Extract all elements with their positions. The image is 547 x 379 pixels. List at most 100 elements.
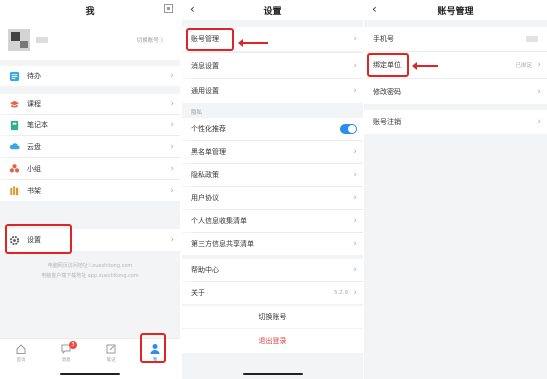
menu-label: 笔记本 — [27, 121, 48, 129]
chevron-right-icon: › — [353, 265, 357, 275]
account-item-change-password[interactable]: 修改密码 › — [364, 79, 547, 104]
switch-account-button[interactable]: 切换账号 — [182, 306, 363, 328]
user-name-blurred — [36, 37, 48, 43]
todo-icon — [9, 71, 20, 82]
logout-label: 退出登录 — [258, 337, 287, 345]
tab-note[interactable]: 笔记 — [99, 343, 123, 363]
home-indicator — [60, 373, 120, 375]
account-management-screen: ‹ 账号管理 手机号 绑定单位 已绑定 › 修改密码 › 账号注销 › — [364, 0, 547, 379]
chevron-right-icon: › — [353, 86, 357, 96]
web-address-text: 电脑网页访问地址 i.xueshitong.com — [47, 263, 133, 269]
tab-message[interactable]: 3 消息 — [54, 341, 78, 363]
bookshelf-icon — [9, 185, 20, 196]
menu-item-todo[interactable]: 待办 › — [0, 66, 180, 86]
switch-account-label: 切换账号 — [258, 313, 287, 321]
settings-label: 关于 — [191, 289, 205, 297]
course-icon — [9, 99, 20, 110]
menu-item-cloud[interactable]: 云盘 › — [0, 136, 180, 157]
switch-account-link[interactable]: 切换账号 〉 — [137, 36, 166, 44]
chevron-right-icon: › — [170, 141, 174, 152]
tab-label: 笔记 — [106, 358, 116, 363]
chevron-right-icon: › — [170, 185, 174, 196]
settings-item-blacklist[interactable]: 黑名单管理 › — [182, 141, 363, 163]
chevron-right-icon: › — [170, 235, 174, 245]
tab-label: 首页 — [16, 358, 26, 363]
tab-label: 消息 — [61, 358, 71, 363]
settings-label: 通用设置 — [191, 87, 219, 95]
back-arrow-icon[interactable]: ‹ — [190, 2, 195, 16]
menu-item-group[interactable]: 小组 › — [0, 158, 180, 179]
settings-label: 第三方信息共享清单 — [191, 240, 254, 248]
account-header: ‹ 账号管理 — [364, 0, 547, 20]
menu-item-course[interactable]: 课程 › — [0, 94, 180, 114]
privacy-section-header: 隐私 — [191, 110, 203, 116]
settings-item-general[interactable]: 通用设置 › — [182, 79, 363, 103]
menu-item-bookshelf[interactable]: 书架 › — [0, 180, 180, 201]
page-title: 我 — [85, 6, 95, 17]
account-label: 修改密码 — [373, 87, 401, 96]
settings-item-message[interactable]: 消息设置 › — [182, 53, 363, 78]
settings-label: 黑名单管理 — [191, 148, 226, 156]
me-header: 我 — [0, 0, 180, 20]
settings-item-personalized: 个性化推荐 — [182, 118, 363, 140]
account-item-phone[interactable]: 手机号 — [364, 27, 547, 51]
avatar[interactable] — [8, 29, 30, 51]
chevron-right-icon: › — [170, 71, 174, 81]
settings-label: 隐私政策 — [191, 171, 219, 179]
bottom-tab-bar: 首页 3 消息 笔记 我 — [0, 333, 180, 379]
tab-home[interactable]: 首页 — [9, 343, 33, 363]
back-arrow-icon[interactable]: ‹ — [372, 2, 377, 16]
message-badge: 3 — [69, 341, 77, 349]
bind-status-text: 已绑定 — [515, 63, 532, 69]
settings-item-privacy-policy[interactable]: 隐私政策 › — [182, 164, 363, 186]
settings-label: 用户协议 — [191, 194, 219, 202]
home-indicator — [242, 373, 303, 375]
chevron-right-icon: › — [170, 120, 174, 130]
settings-item-third-party-list[interactable]: 第三方信息共享清单 › — [182, 233, 363, 255]
profile-card[interactable]: 切换账号 〉 — [0, 20, 180, 60]
chevron-right-icon: › — [353, 216, 357, 226]
menu-label: 云盘 — [27, 142, 41, 151]
version-text: 5.2.9 — [334, 290, 348, 296]
settings-label: 消息设置 — [191, 61, 219, 70]
menu-label: 书架 — [27, 186, 41, 195]
menu-label: 课程 — [27, 100, 41, 108]
account-label: 手机号 — [373, 35, 394, 43]
settings-screen: ‹ 设置 账号管理 › 消息设置 › 通用设置 › 隐私 个性化推荐 黑名单管理… — [182, 0, 363, 379]
settings-item-about[interactable]: 关于 5.2.9 › — [182, 282, 363, 304]
highlight-box-bind-unit — [367, 53, 409, 77]
settings-item-user-agreement[interactable]: 用户协议 › — [182, 187, 363, 209]
account-item-deactivate[interactable]: 账号注销 › — [364, 110, 547, 134]
chevron-right-icon: › — [353, 239, 357, 249]
chevron-right-icon: › — [353, 288, 357, 298]
settings-label: 个人信息收集清单 — [191, 217, 247, 225]
settings-item-help[interactable]: 帮助中心 › — [182, 259, 363, 281]
arrow-annotation — [238, 39, 268, 47]
chevron-right-icon: › — [353, 60, 357, 71]
chevron-right-icon: › — [170, 99, 174, 109]
chevron-right-icon: › — [537, 60, 541, 70]
group-icon — [9, 163, 20, 174]
logout-button[interactable]: 退出登录 — [182, 329, 363, 353]
scan-icon[interactable] — [164, 4, 173, 13]
account-label: 账号注销 — [373, 118, 401, 126]
settings-label: 帮助中心 — [191, 266, 219, 274]
personalized-toggle[interactable] — [340, 124, 357, 134]
note-icon — [106, 344, 116, 354]
settings-header: ‹ 设置 — [182, 0, 363, 20]
menu-item-notebook[interactable]: 笔记本 › — [0, 115, 180, 135]
chevron-right-icon: › — [353, 147, 357, 157]
menu-label: 小组 — [27, 164, 41, 173]
chevron-right-icon: › — [353, 193, 357, 203]
chevron-right-icon: › — [170, 163, 174, 174]
menu-label: 待办 — [27, 72, 41, 80]
phone-number-blurred — [526, 36, 538, 42]
highlight-box-account — [186, 28, 234, 51]
arrow-annotation — [412, 62, 438, 70]
chevron-right-icon: › — [537, 86, 541, 97]
chevron-right-icon: › — [353, 170, 357, 180]
page-title: 账号管理 — [437, 6, 474, 17]
settings-item-info-list[interactable]: 个人信息收集清单 › — [182, 210, 363, 232]
page-title: 设置 — [263, 6, 282, 17]
notebook-icon — [9, 120, 20, 131]
